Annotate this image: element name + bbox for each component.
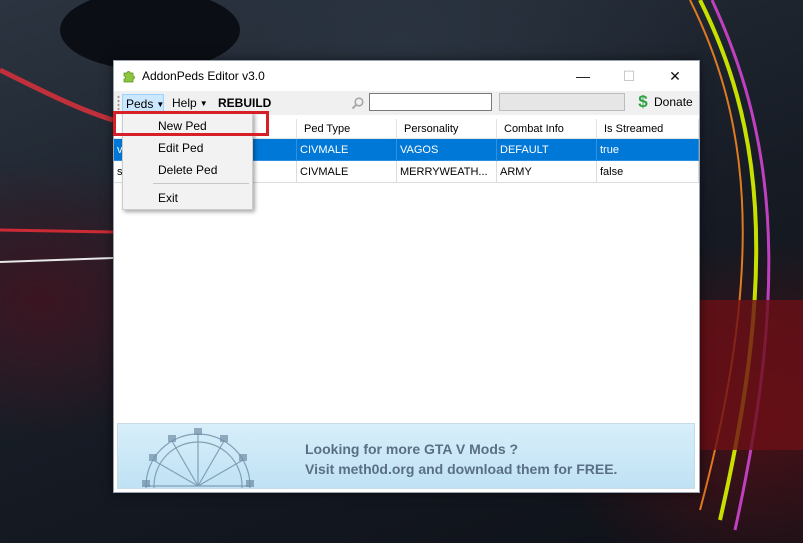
- menu-item-edit-ped[interactable]: Edit Ped: [125, 137, 250, 159]
- cell-combat-info: DEFAULT: [497, 139, 597, 161]
- column-header-combat-info[interactable]: Combat Info: [497, 119, 597, 139]
- cell-combat-info: ARMY: [497, 161, 597, 183]
- column-header-ped-type[interactable]: Ped Type: [297, 119, 397, 139]
- chevron-down-icon: ▼: [199, 99, 208, 108]
- maximize-icon: ☐: [622, 67, 636, 84]
- peds-label: Peds: [126, 97, 154, 111]
- cell-ped-type: CIVMALE: [297, 139, 397, 161]
- banner-line-2: Visit meth0d.org and download them for F…: [305, 461, 618, 477]
- window-title: AddonPeds Editor v3.0: [142, 69, 265, 83]
- rebuild-button[interactable]: REBUILD: [215, 94, 274, 112]
- title-bar: AddonPeds Editor v3.0 — ☐ ✕: [114, 61, 699, 91]
- menu-separator: [153, 183, 249, 184]
- cell-personality: VAGOS: [397, 139, 497, 161]
- menu-item-exit[interactable]: Exit: [125, 187, 250, 209]
- promo-banner[interactable]: Looking for more GTA V Mods ? Visit meth…: [117, 423, 695, 489]
- peds-menu-button[interactable]: Peds ▼: [122, 94, 164, 112]
- cell-is-streamed: true: [597, 139, 699, 161]
- menu-item-new-ped[interactable]: New Ped: [125, 115, 250, 137]
- peds-dropdown-menu: New Ped Edit Ped Delete Ped Exit: [122, 112, 253, 210]
- banner-line-1: Looking for more GTA V Mods ?: [305, 441, 519, 457]
- minimize-button[interactable]: —: [560, 61, 606, 91]
- column-header-personality[interactable]: Personality: [397, 119, 497, 139]
- help-menu-button[interactable]: Help ▼: [169, 94, 211, 112]
- search-input[interactable]: [369, 93, 492, 111]
- column-header-is-streamed[interactable]: Is Streamed: [597, 119, 699, 139]
- help-label: Help: [172, 96, 197, 110]
- dollar-icon[interactable]: $: [636, 93, 650, 111]
- menu-item-delete-ped[interactable]: Delete Ped: [125, 159, 250, 181]
- cell-ped-type: CIVMALE: [297, 161, 397, 183]
- cell-personality: MERRYWEATH...: [397, 161, 497, 183]
- toolbar-grip[interactable]: [117, 95, 120, 111]
- donate-button[interactable]: Donate: [654, 95, 693, 109]
- close-icon: ✕: [669, 67, 681, 84]
- maximize-button[interactable]: ☐: [606, 61, 652, 91]
- puzzle-icon: [123, 71, 135, 83]
- search-icon: [351, 97, 364, 110]
- progress-bar: [499, 93, 625, 111]
- close-button[interactable]: ✕: [652, 61, 698, 91]
- minimize-icon: —: [576, 68, 590, 84]
- chevron-down-icon: ▼: [156, 100, 165, 109]
- cell-is-streamed: false: [597, 161, 699, 183]
